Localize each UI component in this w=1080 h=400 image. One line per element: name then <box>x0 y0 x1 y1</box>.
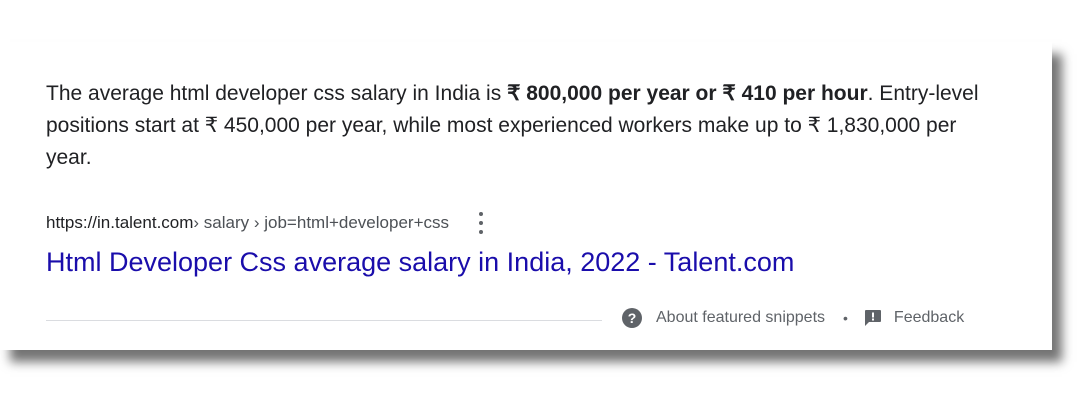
source-path: › salary › job=html+developer+css <box>193 213 449 232</box>
clipped-previous-line <box>46 28 426 44</box>
feedback-link[interactable]: Feedback <box>894 309 964 327</box>
about-featured-snippets-link[interactable]: About featured snippets <box>656 309 825 327</box>
more-options-icon[interactable] <box>475 212 487 234</box>
footer-separator: • <box>843 310 848 326</box>
snippet-highlight: ₹ 800,000 per year or ₹ 410 per hour <box>507 82 868 105</box>
source-domain[interactable]: https://in.talent.com <box>46 213 193 233</box>
snippet-footer: ? About featured snippets • Feedback <box>622 308 964 328</box>
snippet-text-before: The average html developer css salary in… <box>46 82 508 105</box>
footer-divider <box>46 320 602 321</box>
feedback-icon[interactable] <box>864 309 882 327</box>
snippet-text: The average html developer css salary in… <box>46 78 1006 174</box>
source-citation: https://in.talent.com › salary › job=htm… <box>46 212 487 234</box>
result-title-link[interactable]: Html Developer Css average salary in Ind… <box>46 247 794 278</box>
help-circle-icon[interactable]: ? <box>622 308 642 328</box>
featured-snippet-card: The average html developer css salary in… <box>0 42 1052 350</box>
